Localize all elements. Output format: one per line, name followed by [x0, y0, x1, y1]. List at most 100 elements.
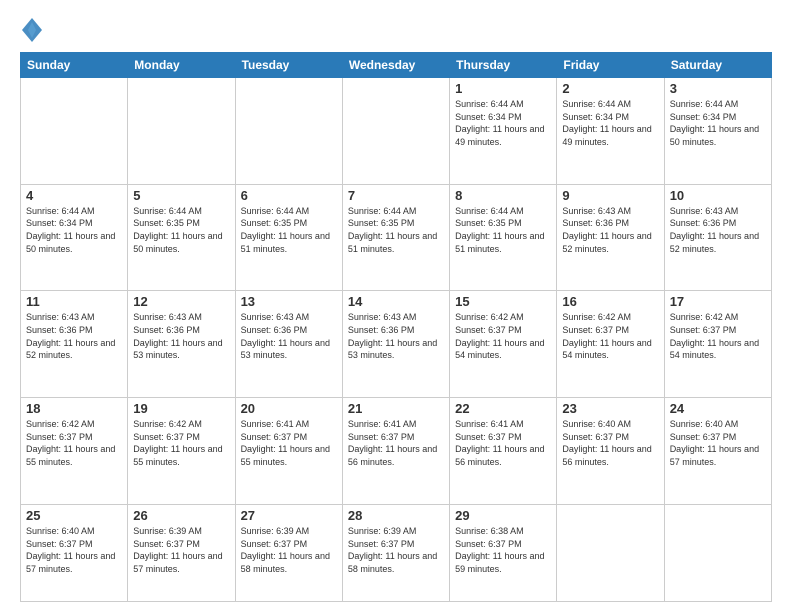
calendar-week-2: 4 Sunrise: 6:44 AM Sunset: 6:34 PM Daylig…: [21, 184, 772, 291]
calendar-cell: 6 Sunrise: 6:44 AM Sunset: 6:35 PM Daylig…: [235, 184, 342, 291]
calendar-weekday-tuesday: Tuesday: [235, 53, 342, 78]
day-number: 7: [348, 188, 444, 203]
day-number: 21: [348, 401, 444, 416]
cell-text: Sunrise: 6:44 AM Sunset: 6:35 PM Dayligh…: [348, 205, 444, 255]
cell-text: Sunrise: 6:44 AM Sunset: 6:34 PM Dayligh…: [26, 205, 122, 255]
calendar-cell: 20 Sunrise: 6:41 AM Sunset: 6:37 PM Dayli…: [235, 398, 342, 505]
cell-text: Sunrise: 6:39 AM Sunset: 6:37 PM Dayligh…: [348, 525, 444, 575]
calendar-cell: 8 Sunrise: 6:44 AM Sunset: 6:35 PM Daylig…: [450, 184, 557, 291]
calendar-cell: [235, 78, 342, 185]
calendar-cell: [342, 78, 449, 185]
cell-text: Sunrise: 6:42 AM Sunset: 6:37 PM Dayligh…: [562, 311, 658, 361]
calendar-week-1: 1 Sunrise: 6:44 AM Sunset: 6:34 PM Daylig…: [21, 78, 772, 185]
day-number: 3: [670, 81, 766, 96]
logo-icon: [20, 16, 44, 44]
day-number: 11: [26, 294, 122, 309]
calendar-cell: 26 Sunrise: 6:39 AM Sunset: 6:37 PM Dayli…: [128, 504, 235, 601]
logo: [20, 16, 48, 44]
page: SundayMondayTuesdayWednesdayThursdayFrid…: [0, 0, 792, 612]
cell-text: Sunrise: 6:39 AM Sunset: 6:37 PM Dayligh…: [241, 525, 337, 575]
day-number: 17: [670, 294, 766, 309]
calendar-cell: 16 Sunrise: 6:42 AM Sunset: 6:37 PM Dayli…: [557, 291, 664, 398]
calendar-cell: 1 Sunrise: 6:44 AM Sunset: 6:34 PM Daylig…: [450, 78, 557, 185]
day-number: 25: [26, 508, 122, 523]
calendar-cell: 19 Sunrise: 6:42 AM Sunset: 6:37 PM Dayli…: [128, 398, 235, 505]
cell-text: Sunrise: 6:43 AM Sunset: 6:36 PM Dayligh…: [241, 311, 337, 361]
cell-text: Sunrise: 6:41 AM Sunset: 6:37 PM Dayligh…: [348, 418, 444, 468]
calendar-cell: 3 Sunrise: 6:44 AM Sunset: 6:34 PM Daylig…: [664, 78, 771, 185]
calendar-cell: 13 Sunrise: 6:43 AM Sunset: 6:36 PM Dayli…: [235, 291, 342, 398]
calendar-cell: 21 Sunrise: 6:41 AM Sunset: 6:37 PM Dayli…: [342, 398, 449, 505]
day-number: 8: [455, 188, 551, 203]
cell-text: Sunrise: 6:39 AM Sunset: 6:37 PM Dayligh…: [133, 525, 229, 575]
cell-text: Sunrise: 6:44 AM Sunset: 6:35 PM Dayligh…: [133, 205, 229, 255]
calendar-cell: 28 Sunrise: 6:39 AM Sunset: 6:37 PM Dayli…: [342, 504, 449, 601]
day-number: 5: [133, 188, 229, 203]
day-number: 22: [455, 401, 551, 416]
day-number: 14: [348, 294, 444, 309]
cell-text: Sunrise: 6:44 AM Sunset: 6:35 PM Dayligh…: [241, 205, 337, 255]
day-number: 29: [455, 508, 551, 523]
day-number: 28: [348, 508, 444, 523]
day-number: 15: [455, 294, 551, 309]
calendar-cell: 27 Sunrise: 6:39 AM Sunset: 6:37 PM Dayli…: [235, 504, 342, 601]
calendar-weekday-saturday: Saturday: [664, 53, 771, 78]
calendar-cell: [21, 78, 128, 185]
day-number: 26: [133, 508, 229, 523]
calendar-week-4: 18 Sunrise: 6:42 AM Sunset: 6:37 PM Dayli…: [21, 398, 772, 505]
calendar-cell: 15Sunrise: 6:42 AM Sunset: 6:37 PM Dayli…: [450, 291, 557, 398]
calendar-cell: 5 Sunrise: 6:44 AM Sunset: 6:35 PM Daylig…: [128, 184, 235, 291]
cell-text: Sunrise: 6:44 AM Sunset: 6:34 PM Dayligh…: [455, 98, 551, 148]
cell-text: Sunrise: 6:43 AM Sunset: 6:36 PM Dayligh…: [562, 205, 658, 255]
day-number: 12: [133, 294, 229, 309]
day-number: 1: [455, 81, 551, 96]
cell-text: Sunrise: 6:40 AM Sunset: 6:37 PM Dayligh…: [670, 418, 766, 468]
calendar-cell: 7 Sunrise: 6:44 AM Sunset: 6:35 PM Daylig…: [342, 184, 449, 291]
calendar-week-5: 25 Sunrise: 6:40 AM Sunset: 6:37 PM Dayli…: [21, 504, 772, 601]
calendar-cell: 29 Sunrise: 6:38 AM Sunset: 6:37 PM Dayli…: [450, 504, 557, 601]
calendar-cell: 23 Sunrise: 6:40 AM Sunset: 6:37 PM Dayli…: [557, 398, 664, 505]
day-number: 18: [26, 401, 122, 416]
calendar-cell: [128, 78, 235, 185]
calendar-cell: 24 Sunrise: 6:40 AM Sunset: 6:37 PM Dayli…: [664, 398, 771, 505]
day-number: 24: [670, 401, 766, 416]
calendar-cell: 14Sunrise: 6:43 AM Sunset: 6:36 PM Dayli…: [342, 291, 449, 398]
calendar-cell: 22Sunrise: 6:41 AM Sunset: 6:37 PM Dayli…: [450, 398, 557, 505]
cell-text: Sunrise: 6:41 AM Sunset: 6:37 PM Dayligh…: [241, 418, 337, 468]
calendar-cell: 4 Sunrise: 6:44 AM Sunset: 6:34 PM Daylig…: [21, 184, 128, 291]
cell-text: Sunrise: 6:43 AM Sunset: 6:36 PM Dayligh…: [133, 311, 229, 361]
day-number: 9: [562, 188, 658, 203]
cell-text: Sunrise: 6:38 AM Sunset: 6:37 PM Dayligh…: [455, 525, 551, 575]
cell-text: Sunrise: 6:40 AM Sunset: 6:37 PM Dayligh…: [562, 418, 658, 468]
calendar-cell: 11 Sunrise: 6:43 AM Sunset: 6:36 PM Dayli…: [21, 291, 128, 398]
calendar-cell: 9 Sunrise: 6:43 AM Sunset: 6:36 PM Daylig…: [557, 184, 664, 291]
calendar-weekday-wednesday: Wednesday: [342, 53, 449, 78]
day-number: 16: [562, 294, 658, 309]
cell-text: Sunrise: 6:40 AM Sunset: 6:37 PM Dayligh…: [26, 525, 122, 575]
calendar-cell: [557, 504, 664, 601]
day-number: 27: [241, 508, 337, 523]
calendar-cell: 25 Sunrise: 6:40 AM Sunset: 6:37 PM Dayli…: [21, 504, 128, 601]
day-number: 13: [241, 294, 337, 309]
cell-text: Sunrise: 6:43 AM Sunset: 6:36 PM Dayligh…: [26, 311, 122, 361]
day-number: 19: [133, 401, 229, 416]
day-number: 6: [241, 188, 337, 203]
cell-text: Sunrise: 6:43 AM Sunset: 6:36 PM Dayligh…: [670, 205, 766, 255]
day-number: 23: [562, 401, 658, 416]
calendar-cell: 2 Sunrise: 6:44 AM Sunset: 6:34 PM Daylig…: [557, 78, 664, 185]
day-number: 4: [26, 188, 122, 203]
calendar-weekday-friday: Friday: [557, 53, 664, 78]
calendar-weekday-thursday: Thursday: [450, 53, 557, 78]
cell-text: Sunrise: 6:42 AM Sunset: 6:37 PM Dayligh…: [133, 418, 229, 468]
calendar-cell: 18 Sunrise: 6:42 AM Sunset: 6:37 PM Dayli…: [21, 398, 128, 505]
cell-text: Sunrise: 6:44 AM Sunset: 6:34 PM Dayligh…: [562, 98, 658, 148]
header: [20, 16, 772, 44]
day-number: 2: [562, 81, 658, 96]
day-number: 20: [241, 401, 337, 416]
cell-text: Sunrise: 6:44 AM Sunset: 6:34 PM Dayligh…: [670, 98, 766, 148]
day-number: 10: [670, 188, 766, 203]
cell-text: Sunrise: 6:42 AM Sunset: 6:37 PM Dayligh…: [26, 418, 122, 468]
calendar-cell: 17Sunrise: 6:42 AM Sunset: 6:37 PM Dayli…: [664, 291, 771, 398]
calendar-weekday-sunday: Sunday: [21, 53, 128, 78]
cell-text: Sunrise: 6:44 AM Sunset: 6:35 PM Dayligh…: [455, 205, 551, 255]
